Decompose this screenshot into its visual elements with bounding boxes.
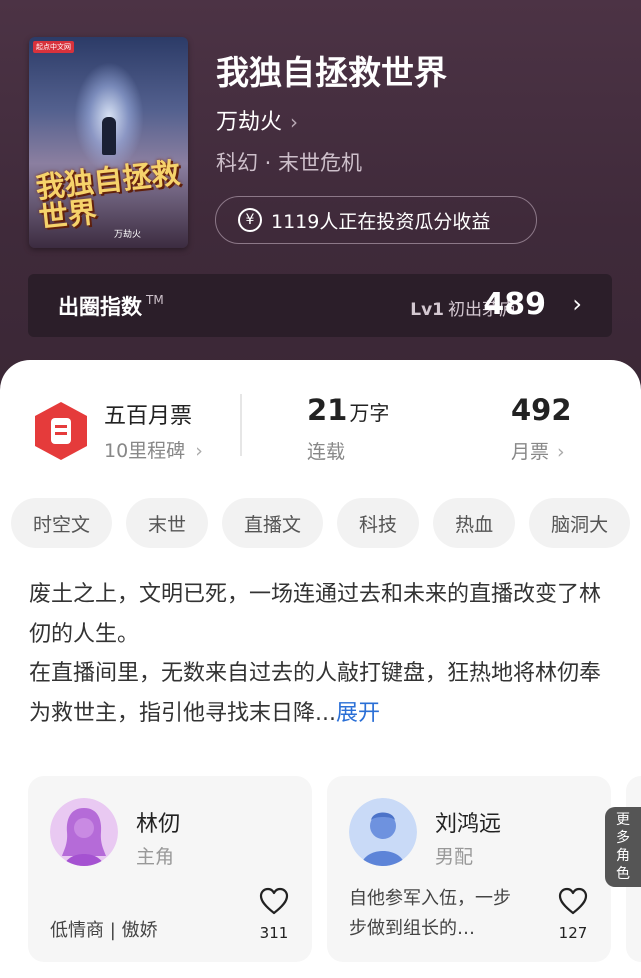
character-card[interactable]: 林仞 主角 低情商 | 傲娇 311 [28, 776, 312, 962]
more-roles-button[interactable]: 更多角色 [605, 807, 641, 887]
milestone-link[interactable]: 10里程碑 › [104, 436, 203, 463]
chevron-right-icon: › [572, 290, 582, 318]
cover-publisher-logo: 起点中文网 [33, 41, 74, 53]
character-role: 主角 [136, 846, 175, 868]
like-count: 311 [259, 924, 289, 942]
chevron-right-icon: › [557, 441, 565, 463]
tag-chip[interactable]: 热血 [433, 498, 516, 548]
tag-chip[interactable]: 末世 [126, 498, 209, 548]
character-traits: 低情商 | 傲娇 [50, 920, 158, 941]
author-name: 万劫火 [216, 110, 283, 135]
book-header: 起点中文网 我独自拯救世界 万劫火 我独自拯救世界 万劫火 › 科幻 · 末世危机… [0, 0, 641, 420]
female-avatar-icon [50, 798, 118, 866]
avatar [349, 798, 417, 866]
index-score: 489 [483, 287, 546, 322]
cover-figure [102, 117, 116, 155]
expand-link[interactable]: 展开 [336, 701, 380, 726]
stat-divider [240, 394, 242, 456]
invest-label: 1119人正在投资瓜分收益 [271, 210, 491, 233]
book-cover[interactable]: 起点中文网 我独自拯救世界 万劫火 [29, 37, 188, 248]
character-name: 刘鸿远 [435, 812, 502, 837]
month-ticket-count: 492 [511, 393, 572, 427]
cover-author: 万劫火 [114, 230, 142, 240]
cover-title-art: 我独自拯救世界 [34, 155, 182, 235]
character-role: 男配 [435, 846, 474, 868]
word-count: 21 万字 [307, 393, 390, 427]
avatar [50, 798, 118, 866]
synopsis-line: 废土之上，文明已死，一场连通过去和未来的直播改变了林仞的人生。 [29, 582, 602, 647]
month-ticket-link[interactable]: 月票 › [511, 437, 565, 464]
character-description: 自他参军入伍，一步步做到组长的… [349, 888, 511, 939]
invest-button[interactable]: ¥ 1119人正在投资瓜分收益 [215, 196, 537, 244]
synopsis-line: 在直播间里，无数来自过去的人敲打键盘，狂热地将林仞奉为救世主，指引他寻找末日降.… [29, 661, 602, 726]
trademark-mark: TM [146, 292, 164, 307]
index-label: 出圈指数 [58, 294, 142, 319]
chevron-right-icon: › [290, 110, 299, 134]
book-synopsis: 废土之上，文明已死，一场连通过去和未来的直播改变了林仞的人生。 在直播间里，无数… [29, 575, 619, 733]
month-ticket-badge-icon [35, 402, 87, 460]
tag-chip[interactable]: 科技 [337, 498, 420, 548]
heart-icon[interactable] [259, 887, 289, 915]
heart-icon[interactable] [558, 887, 588, 915]
tag-chip[interactable]: 脑洞大 [529, 498, 631, 548]
male-avatar-icon [349, 798, 417, 866]
character-name: 林仞 [136, 812, 181, 837]
popularity-index-bar[interactable]: 出圈指数 TM Lv1 初出茅庐 489 › [28, 274, 612, 337]
tag-list: 时空文 末世 直播文 科技 热血 脑洞大 [11, 498, 631, 548]
milestone-title: 五百月票 [104, 404, 193, 429]
tag-chip[interactable]: 直播文 [222, 498, 324, 548]
chevron-right-icon: › [195, 440, 203, 462]
status-label: 连载 [307, 441, 346, 463]
tag-chip[interactable]: 时空文 [11, 498, 113, 548]
like-count: 127 [558, 924, 588, 942]
book-title: 我独自拯救世界 [216, 53, 447, 92]
yen-coin-icon: ¥ [238, 208, 262, 232]
author-link[interactable]: 万劫火 › [216, 104, 298, 136]
book-genre: 科幻 · 末世危机 [216, 151, 363, 175]
character-card[interactable]: 刘鸿远 男配 自他参军入伍，一步步做到组长的… 127 [327, 776, 611, 962]
